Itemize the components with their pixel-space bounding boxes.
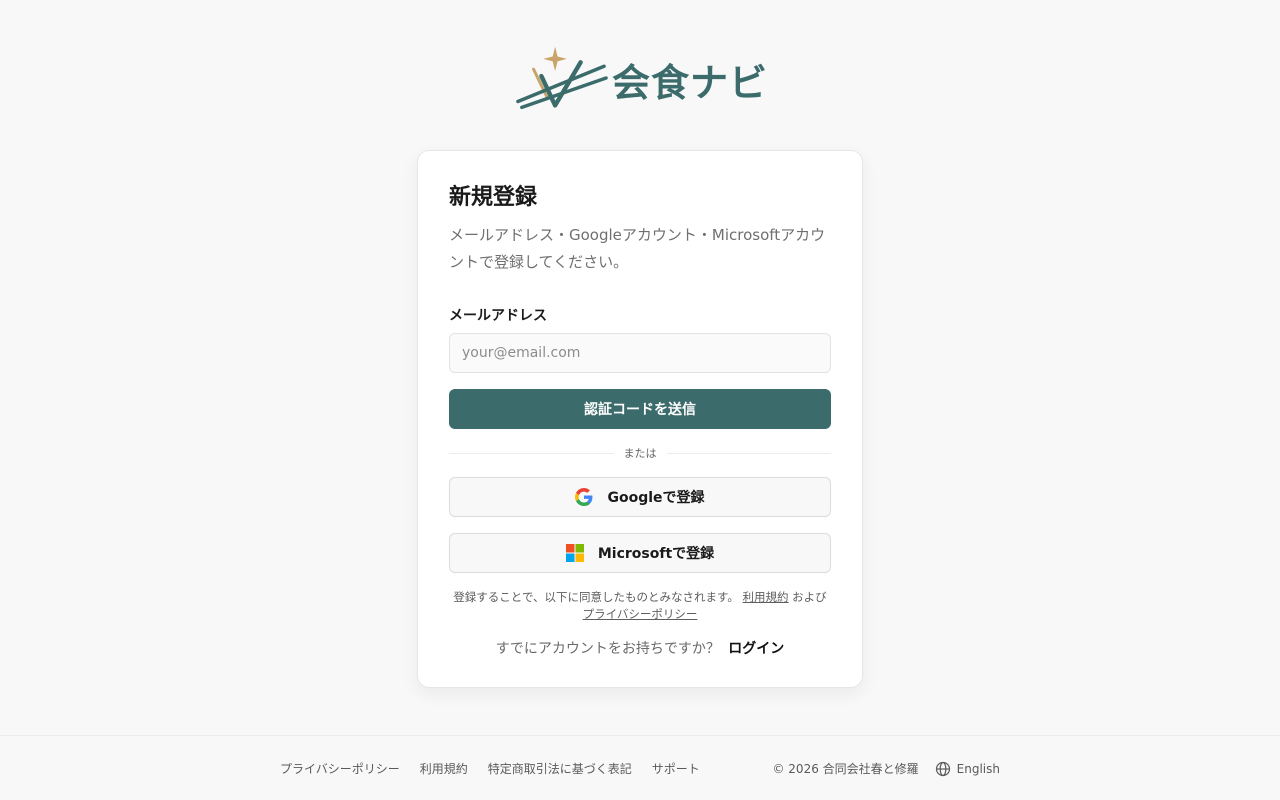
divider-line bbox=[449, 452, 614, 454]
page-subtitle: メールアドレス・Googleアカウント・Microsoftアカウントで登録してく… bbox=[449, 226, 826, 271]
footer-support-link[interactable]: サポート bbox=[652, 760, 700, 777]
login-prompt: すでにアカウントをお持ちですか？ bbox=[495, 641, 720, 657]
footer-privacy-link[interactable]: プライバシーポリシー bbox=[280, 760, 400, 777]
microsoft-signup-label: Microsoftで登録 bbox=[597, 546, 715, 562]
footer-right: © 2026 合同会社春と修羅 English bbox=[772, 760, 1000, 777]
copyright: © 2026 合同会社春と修羅 bbox=[772, 762, 919, 776]
login-link[interactable]: ログイン bbox=[728, 641, 784, 657]
brand-name: 会食ナビ bbox=[611, 59, 768, 105]
globe-icon bbox=[935, 761, 950, 776]
page-title: 新規登録 bbox=[449, 185, 538, 210]
microsoft-signup-button[interactable]: Microsoftで登録 bbox=[449, 533, 831, 573]
footer-links: プライバシーポリシー 利用規約 特定商取引法に基づく表記 サポート bbox=[280, 760, 700, 777]
divider-text: または bbox=[623, 447, 657, 460]
google-signup-label: Googleで登録 bbox=[607, 490, 705, 506]
divider-line bbox=[666, 452, 831, 454]
email-label: メールアドレス bbox=[449, 308, 547, 324]
login-prompt-row: すでにアカウントをお持ちですか？ ログイン bbox=[449, 639, 831, 659]
google-icon bbox=[575, 488, 593, 506]
chopsticks-sparkle-logo-icon bbox=[516, 46, 608, 110]
footer-terms-link[interactable]: 利用規約 bbox=[420, 760, 468, 777]
signup-card: 新規登録 メールアドレス・Googleアカウント・Microsoftアカウントで… bbox=[417, 150, 863, 688]
or-divider: または bbox=[449, 443, 831, 463]
email-input[interactable] bbox=[449, 333, 831, 373]
google-signup-button[interactable]: Googleで登録 bbox=[449, 477, 831, 517]
terms-prefix: 登録することで、以下に同意したものとみなされます。 bbox=[453, 590, 739, 604]
footer-commerce-law-link[interactable]: 特定商取引法に基づく表記 bbox=[488, 760, 632, 777]
terms-and: および bbox=[792, 590, 827, 604]
microsoft-icon bbox=[565, 544, 584, 562]
language-label: English bbox=[956, 761, 1000, 776]
terms-notice: 登録することで、以下に同意したものとみなされます。 利用規約 および プライバシ… bbox=[449, 589, 831, 623]
terms-link[interactable]: 利用規約 bbox=[743, 590, 789, 604]
language-switcher[interactable]: English bbox=[935, 761, 1000, 777]
brand-logo[interactable]: 会食ナビ bbox=[512, 44, 768, 112]
send-code-button[interactable]: 認証コードを送信 bbox=[449, 389, 831, 429]
footer: プライバシーポリシー 利用規約 特定商取引法に基づく表記 サポート © 2026… bbox=[0, 735, 1280, 800]
privacy-policy-link[interactable]: プライバシーポリシー bbox=[583, 607, 698, 621]
